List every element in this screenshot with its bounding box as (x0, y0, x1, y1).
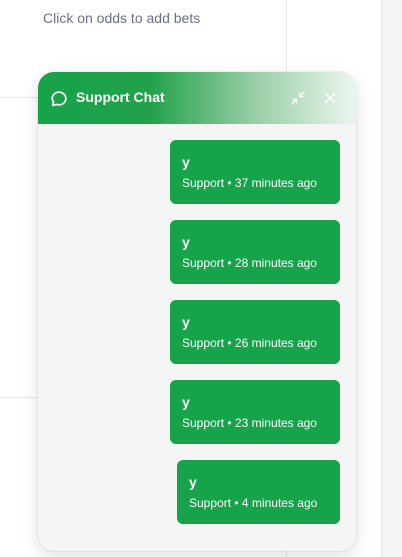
message-meta: Support • 4 minutes ago (189, 496, 318, 510)
message-bubble: y Support • 23 minutes ago (170, 380, 340, 444)
chat-header: Support Chat (38, 72, 356, 124)
message-text: y (189, 474, 197, 490)
chat-bubble-icon (51, 91, 67, 107)
minimize-icon[interactable] (290, 90, 306, 106)
message-text: y (182, 234, 190, 250)
message-meta: Support • 23 minutes ago (182, 416, 317, 430)
message-text: y (182, 394, 190, 410)
message-bubble: y Support • 4 minutes ago (177, 460, 340, 524)
message-text: y (182, 154, 190, 170)
message-meta: Support • 26 minutes ago (182, 336, 317, 350)
message-bubble: y Support • 26 minutes ago (170, 300, 340, 364)
message-list: y Support • 37 minutes ago y Support • 2… (38, 124, 356, 551)
message-meta: Support • 28 minutes ago (182, 256, 317, 270)
message-meta: Support • 37 minutes ago (182, 176, 317, 190)
message-bubble: y Support • 37 minutes ago (170, 140, 340, 204)
message-bubble: y Support • 28 minutes ago (170, 220, 340, 284)
support-chat-widget: Support Chat y Support • 37 minutes ago … (38, 72, 356, 551)
close-icon[interactable] (322, 90, 338, 106)
scrollbar-track[interactable] (381, 0, 402, 557)
betslip-empty-text: Click on odds to add bets (43, 10, 201, 26)
chat-title: Support Chat (76, 89, 165, 105)
message-text: y (182, 314, 190, 330)
